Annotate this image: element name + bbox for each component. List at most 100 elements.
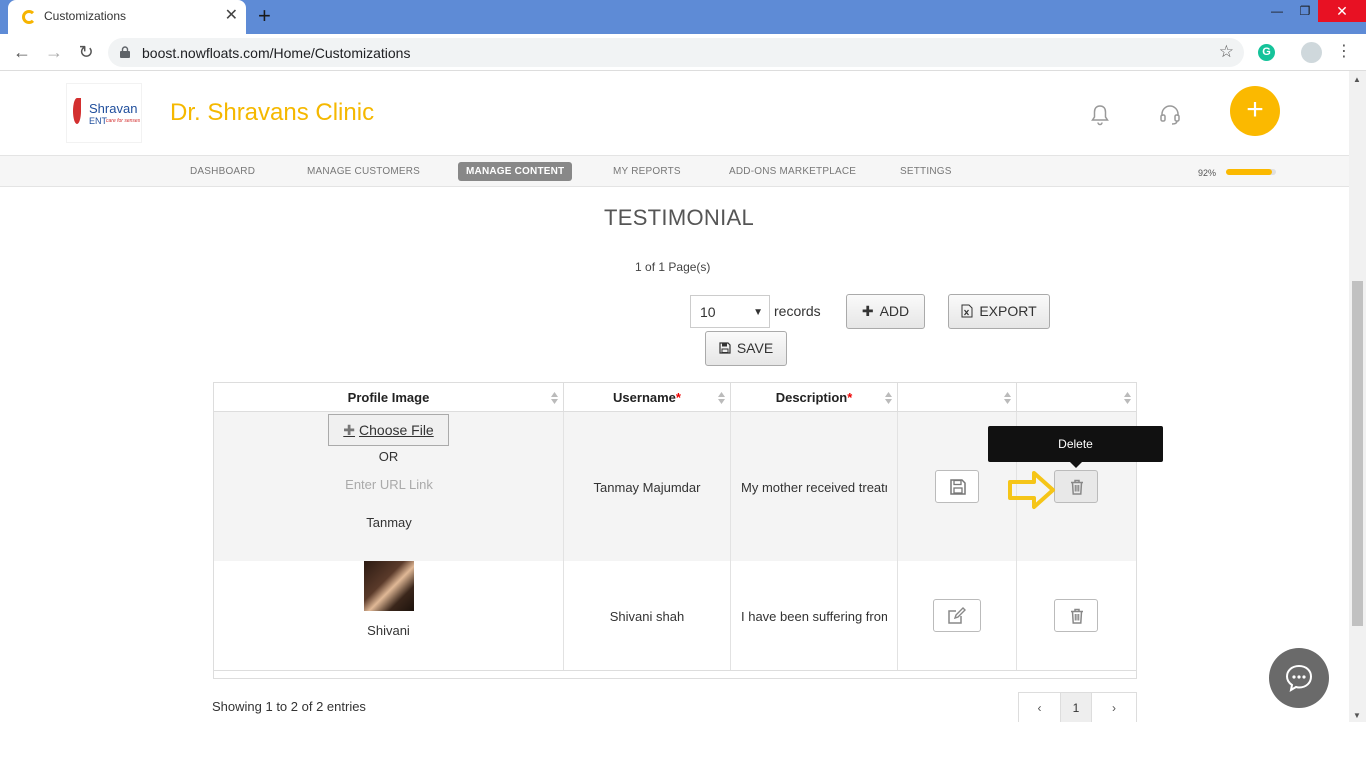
- page-suffix: Page(s): [665, 260, 711, 274]
- logo-tagline: care for senses: [106, 118, 141, 124]
- column-header-action-2[interactable]: [1017, 383, 1136, 412]
- scroll-down-icon[interactable]: ▼: [1353, 711, 1361, 720]
- sort-icon[interactable]: [1004, 392, 1011, 404]
- column-header-profile-image[interactable]: Profile Image: [214, 383, 564, 412]
- nav-manage-customers[interactable]: MANAGE CUSTOMERS: [307, 166, 420, 177]
- main-nav: DASHBOARD MANAGE CUSTOMERS MANAGE CONTEN…: [0, 155, 1349, 187]
- nav-my-reports[interactable]: MY REPORTS: [613, 166, 681, 177]
- browser-tab[interactable]: Customizations ✕: [8, 0, 246, 34]
- site-header: Shravan ENT care for senses Dr. Shravans…: [0, 71, 1349, 155]
- logo-name: Shravan: [89, 101, 138, 116]
- column-header-username[interactable]: Username*: [564, 383, 731, 412]
- export-button[interactable]: EXPORT: [948, 294, 1050, 329]
- save-row-button[interactable]: [935, 470, 979, 503]
- chat-widget-button[interactable]: [1269, 648, 1329, 708]
- trash-icon: [1071, 608, 1083, 624]
- username-cell[interactable]: Tanmay Majumdar: [564, 412, 731, 561]
- column-header-label: Description: [775, 390, 848, 405]
- table-row: Shivani Shivani shah I have been sufferi…: [214, 561, 1136, 671]
- prev-page-button[interactable]: ‹: [1018, 692, 1061, 722]
- description-value: My mother received treatment: [741, 480, 887, 495]
- tab-title: Customizations: [44, 9, 127, 23]
- add-button[interactable]: ✚ ADD: [846, 294, 925, 329]
- edit-pencil-icon: [948, 607, 966, 624]
- profile-progress-label: 92%: [1198, 168, 1217, 178]
- plus-icon: ✚: [861, 303, 874, 319]
- page-count-info: 1 of 1 Page(s): [635, 260, 710, 274]
- sort-icon[interactable]: [1124, 392, 1131, 404]
- bell-icon[interactable]: [1088, 103, 1112, 127]
- sort-icon[interactable]: [718, 392, 725, 404]
- next-page-button[interactable]: ›: [1091, 692, 1137, 722]
- page-scrollbar[interactable]: ▲ ▼: [1349, 71, 1366, 722]
- nav-settings[interactable]: SETTINGS: [900, 166, 952, 177]
- profile-progress-fill: [1226, 169, 1272, 175]
- profile-photo: [364, 561, 414, 611]
- nav-add-ons-marketplace[interactable]: ADD-ONS MARKETPLACE: [729, 166, 856, 177]
- edit-row-button[interactable]: [933, 599, 981, 632]
- delete-row-button[interactable]: [1054, 470, 1098, 503]
- save-all-button[interactable]: SAVE: [705, 331, 787, 366]
- description-cell[interactable]: My mother received treatment: [731, 412, 898, 561]
- required-mark: *: [675, 390, 681, 405]
- username-value: Shivani shah: [609, 609, 685, 624]
- page-1-button[interactable]: 1: [1060, 692, 1092, 722]
- logo-mark-icon: [73, 98, 81, 124]
- browser-profile-avatar[interactable]: [1301, 42, 1322, 63]
- column-header-description[interactable]: Description*: [731, 383, 898, 412]
- browser-toolbar: ← → ↻ boost.nowfloats.com/Home/Customiza…: [0, 34, 1366, 71]
- floppy-disk-icon: [950, 479, 966, 495]
- column-header-action-1[interactable]: [898, 383, 1017, 412]
- username-cell: Shivani shah: [564, 561, 731, 670]
- description-cell: I have been suffering from: [731, 561, 898, 670]
- window-close-icon[interactable]: ✕: [1318, 0, 1366, 22]
- page-current: 1: [635, 260, 642, 274]
- dropdown-caret-icon: ▼: [753, 307, 763, 318]
- export-button-label: EXPORT: [979, 303, 1037, 319]
- image-url-input[interactable]: [264, 472, 514, 496]
- plus-icon: ✚: [343, 422, 356, 438]
- sort-icon[interactable]: [885, 392, 892, 404]
- records-per-page-select[interactable]: 10 ▼: [690, 295, 770, 328]
- page-title: TESTIMONIAL: [604, 205, 754, 230]
- edit-action-cell: [898, 561, 1017, 670]
- image-name: Shivani: [367, 623, 410, 638]
- browser-titlebar: Customizations ✕ + — ❐ ✕: [0, 0, 1366, 34]
- page-viewport: Shravan ENT care for senses Dr. Shravans…: [0, 71, 1366, 722]
- headset-icon[interactable]: [1158, 103, 1182, 127]
- column-header-label: Username: [613, 390, 676, 405]
- floppy-disk-icon: [719, 342, 731, 354]
- url-text: boost.nowfloats.com/Home/Customizations: [142, 45, 411, 61]
- quick-add-button[interactable]: +: [1230, 86, 1280, 136]
- trash-icon: [1071, 479, 1083, 495]
- choose-file-label: Choose File: [359, 422, 434, 438]
- reload-icon[interactable]: ↻: [75, 41, 97, 63]
- window-minimize-icon[interactable]: —: [1262, 0, 1292, 22]
- delete-tooltip: Delete: [988, 426, 1163, 468]
- add-button-label: ADD: [879, 303, 910, 319]
- logo-sub: ENT: [89, 116, 107, 126]
- records-label: records: [774, 303, 821, 319]
- sort-icon[interactable]: [551, 392, 558, 404]
- or-separator: OR: [378, 449, 399, 464]
- delete-row-button[interactable]: [1054, 599, 1098, 632]
- nav-dashboard[interactable]: DASHBOARD: [190, 166, 255, 177]
- new-tab-icon[interactable]: +: [258, 4, 271, 28]
- clinic-logo[interactable]: Shravan ENT care for senses: [66, 83, 142, 143]
- page-of: of: [641, 260, 659, 274]
- description-value: I have been suffering from: [741, 609, 887, 624]
- address-bar[interactable]: boost.nowfloats.com/Home/Customizations …: [108, 38, 1244, 67]
- browser-menu-icon[interactable]: ⋮: [1336, 42, 1352, 62]
- grammarly-extension-icon[interactable]: G: [1258, 44, 1275, 61]
- scroll-thumb[interactable]: [1352, 281, 1363, 626]
- bookmark-star-icon[interactable]: ☆: [1219, 42, 1234, 62]
- tab-close-icon[interactable]: ✕: [225, 6, 238, 26]
- window-restore-icon[interactable]: ❐: [1290, 0, 1320, 22]
- nav-manage-content[interactable]: MANAGE CONTENT: [458, 162, 573, 181]
- choose-file-button[interactable]: ✚ Choose File: [328, 414, 449, 446]
- back-arrow-icon[interactable]: ←: [11, 41, 33, 63]
- profile-image-cell: ✚ Choose File OR: [214, 412, 564, 561]
- scroll-up-icon[interactable]: ▲: [1353, 75, 1361, 84]
- image-name-input[interactable]: [264, 510, 514, 534]
- forward-arrow-icon[interactable]: →: [43, 41, 65, 63]
